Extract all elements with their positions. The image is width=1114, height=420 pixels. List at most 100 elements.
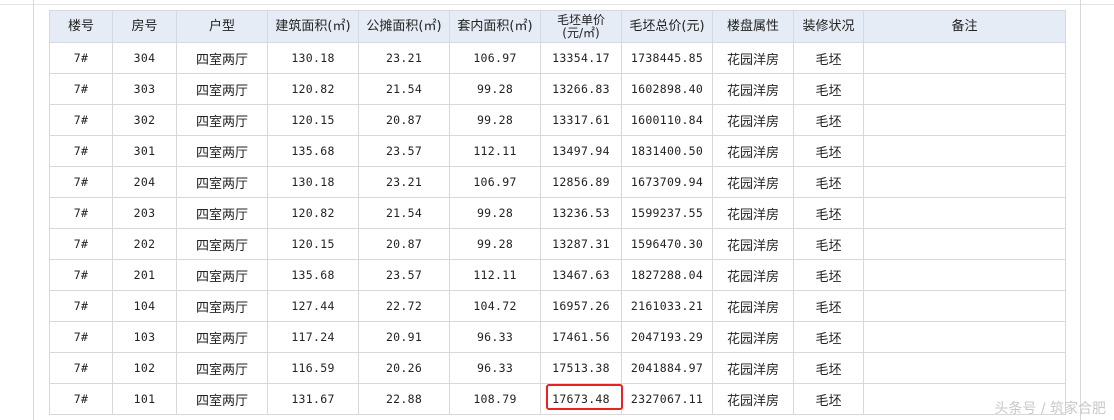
header-building: 楼号 — [49, 10, 113, 43]
cell-property-type: 花园洋房 — [712, 104, 794, 136]
table-body: 7# 304 四室两厅 130.18 23.21 106.97 13354.17 173844… — [49, 42, 1066, 415]
header-unit-price-line2: (元/㎡) — [562, 25, 600, 40]
cell-gross-area: 117.24 — [267, 321, 359, 353]
table-row: 7# 104 四室两厅 127.44 22.72 104.72 16957.26 216103… — [49, 290, 1066, 322]
header-property-type: 楼盘属性 — [712, 10, 794, 43]
top-divider — [0, 4, 1114, 5]
cell-decoration: 毛坯 — [793, 259, 864, 291]
cell-shared-area: 22.88 — [358, 383, 450, 415]
cell-building: 7# — [49, 383, 113, 415]
cell-unit-price: 13287.31 — [540, 228, 622, 260]
cell-room: 302 — [112, 104, 177, 136]
header-inner-area: 套内面积(㎡) — [449, 10, 541, 43]
cell-inner-area: 104.72 — [449, 290, 541, 322]
cell-shared-area: 20.91 — [358, 321, 450, 353]
cell-shared-area: 20.87 — [358, 228, 450, 260]
cell-building: 7# — [49, 197, 113, 229]
cell-decoration: 毛坯 — [793, 290, 864, 322]
table-row: 7# 301 四室两厅 135.68 23.57 112.11 13497.94 183140… — [49, 135, 1066, 167]
cell-unit-price: 13354.17 — [540, 42, 622, 74]
table-header: 楼号 房号 户型 建筑面积(㎡) 公摊面积(㎡) 套内面积(㎡) 毛坯单价 (元/… — [49, 10, 1066, 43]
cell-building: 7# — [49, 166, 113, 198]
cell-shared-area: 23.21 — [358, 166, 450, 198]
cell-shared-area: 23.57 — [358, 259, 450, 291]
cell-total-price: 1596470.30 — [621, 228, 713, 260]
cell-gross-area: 130.18 — [267, 42, 359, 74]
cell-unit-price: 13317.61 — [540, 104, 622, 136]
table-row: 7# 201 四室两厅 135.68 23.57 112.11 13467.63 182728… — [49, 259, 1066, 291]
cell-remarks — [863, 290, 1066, 322]
cell-room: 201 — [112, 259, 177, 291]
cell-shared-area: 21.54 — [358, 197, 450, 229]
cell-layout: 四室两厅 — [176, 104, 268, 136]
table-row: 7# 203 四室两厅 120.82 21.54 99.28 13236.53 1599237… — [49, 197, 1066, 229]
cell-inner-area: 106.97 — [449, 42, 541, 74]
cell-decoration: 毛坯 — [793, 383, 864, 415]
page: 楼号 房号 户型 建筑面积(㎡) 公摊面积(㎡) 套内面积(㎡) 毛坯单价 (元/… — [0, 0, 1114, 420]
cell-gross-area: 120.82 — [267, 73, 359, 105]
header-unit-price: 毛坯单价 (元/㎡) — [540, 10, 622, 43]
cell-gross-area: 130.18 — [267, 166, 359, 198]
table-row: 7# 102 四室两厅 116.59 20.26 96.33 17513.38 2041884… — [49, 352, 1066, 384]
cell-total-price: 2327067.11 — [621, 383, 713, 415]
cell-room: 203 — [112, 197, 177, 229]
cell-building: 7# — [49, 321, 113, 353]
cell-building: 7# — [49, 42, 113, 74]
left-border-line — [33, 0, 34, 420]
cell-layout: 四室两厅 — [176, 197, 268, 229]
cell-inner-area: 99.28 — [449, 104, 541, 136]
cell-building: 7# — [49, 104, 113, 136]
cell-room: 304 — [112, 42, 177, 74]
cell-remarks — [863, 321, 1066, 353]
cell-remarks — [863, 73, 1066, 105]
header-decoration: 装修状况 — [793, 10, 864, 43]
cell-gross-area: 120.82 — [267, 197, 359, 229]
cell-inner-area: 106.97 — [449, 166, 541, 198]
cell-room: 301 — [112, 135, 177, 167]
cell-layout: 四室两厅 — [176, 73, 268, 105]
cell-shared-area: 20.87 — [358, 104, 450, 136]
cell-unit-price: 16957.26 — [540, 290, 622, 322]
cell-remarks — [863, 42, 1066, 74]
unit-price-table: 楼号 房号 户型 建筑面积(㎡) 公摊面积(㎡) 套内面积(㎡) 毛坯单价 (元/… — [49, 10, 1066, 415]
cell-property-type: 花园洋房 — [712, 42, 794, 74]
cell-room: 103 — [112, 321, 177, 353]
cell-remarks — [863, 352, 1066, 384]
cell-room: 102 — [112, 352, 177, 384]
cell-inner-area: 99.28 — [449, 228, 541, 260]
table-row: 7# 103 四室两厅 117.24 20.91 96.33 17461.56 2047193… — [49, 321, 1066, 353]
cell-unit-price: 17673.48 — [540, 383, 622, 415]
cell-property-type: 花园洋房 — [712, 259, 794, 291]
cell-gross-area: 135.68 — [267, 135, 359, 167]
cell-shared-area: 23.21 — [358, 42, 450, 74]
header-total-price: 毛坯总价(元) — [621, 10, 713, 43]
cell-layout: 四室两厅 — [176, 166, 268, 198]
cell-building: 7# — [49, 73, 113, 105]
cell-decoration: 毛坯 — [793, 73, 864, 105]
cell-inner-area: 96.33 — [449, 321, 541, 353]
cell-property-type: 花园洋房 — [712, 166, 794, 198]
cell-layout: 四室两厅 — [176, 352, 268, 384]
cell-unit-price: 13467.63 — [540, 259, 622, 291]
header-layout: 户型 — [176, 10, 268, 43]
cell-shared-area: 21.54 — [358, 73, 450, 105]
table-row: 7# 304 四室两厅 130.18 23.21 106.97 13354.17 173844… — [49, 42, 1066, 74]
cell-layout: 四室两厅 — [176, 290, 268, 322]
cell-unit-price: 13497.94 — [540, 135, 622, 167]
cell-property-type: 花园洋房 — [712, 135, 794, 167]
table-row: 7# 202 四室两厅 120.15 20.87 99.28 13287.31 1596470… — [49, 228, 1066, 260]
cell-unit-price: 13236.53 — [540, 197, 622, 229]
cell-total-price: 2041884.97 — [621, 352, 713, 384]
cell-total-price: 1602898.40 — [621, 73, 713, 105]
cell-shared-area: 22.72 — [358, 290, 450, 322]
header-gross-area: 建筑面积(㎡) — [267, 10, 359, 43]
cell-remarks — [863, 228, 1066, 260]
cell-total-price: 2161033.21 — [621, 290, 713, 322]
cell-decoration: 毛坯 — [793, 42, 864, 74]
cell-total-price: 1827288.04 — [621, 259, 713, 291]
table-row: 7# 302 四室两厅 120.15 20.87 99.28 13317.61 1600110… — [49, 104, 1066, 136]
cell-decoration: 毛坯 — [793, 352, 864, 384]
cell-gross-area: 120.15 — [267, 104, 359, 136]
header-unit-price-line1: 毛坯单价 — [556, 12, 605, 27]
cell-decoration: 毛坯 — [793, 197, 864, 229]
